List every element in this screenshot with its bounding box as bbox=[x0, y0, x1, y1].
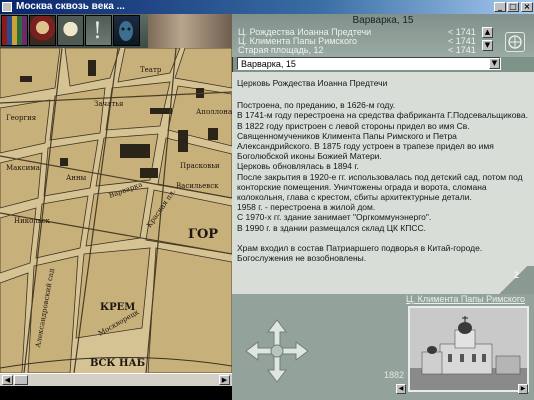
paragraph: С 1970-х гг. здание занимает "Оргкоммунэ… bbox=[237, 212, 432, 223]
decor-ornament bbox=[148, 14, 232, 48]
description-text: Церковь Рождества Иоанна Предтечи Постро… bbox=[237, 78, 529, 263]
help-icon[interactable]: ! bbox=[85, 15, 112, 46]
close-button[interactable]: × bbox=[521, 2, 533, 12]
maximize-button[interactable]: □ bbox=[507, 2, 519, 12]
map-label: Анны bbox=[66, 174, 87, 182]
map-label: Васильевск bbox=[176, 182, 219, 190]
paragraph: 1958 г. - перестроена в жилой дом. bbox=[237, 202, 376, 213]
location-title: Варварка, 15 bbox=[352, 15, 414, 26]
location-select-value: Варварка, 15 bbox=[241, 59, 296, 69]
list-scroll-down-icon[interactable]: ▼ bbox=[482, 40, 493, 51]
city-map[interactable]: Театр Георгия Максима Прасковьи Зачатья … bbox=[0, 48, 233, 373]
paragraph: В 1741-м году перестроена на средства фа… bbox=[237, 110, 528, 121]
paragraph: В 1990 г. в здании размещался склад ЦК К… bbox=[237, 222, 427, 233]
list-date: < 1741 bbox=[448, 45, 476, 55]
map-label: ВСК НАБ bbox=[90, 358, 145, 369]
rose-icon[interactable] bbox=[57, 15, 84, 46]
title-bar: Москва сквозь века ... _ □ × bbox=[0, 0, 534, 14]
map-label: Аполлона bbox=[196, 108, 232, 116]
map-label: Театр bbox=[140, 66, 162, 74]
paragraph: В 1822 году пристроен с левой стороны пр… bbox=[237, 120, 494, 162]
books-icon[interactable] bbox=[1, 15, 28, 46]
location-select[interactable]: Варварка, 15 ▼ bbox=[237, 57, 501, 70]
paragraph: Храм входил в состав Патриаршего подворь… bbox=[237, 242, 483, 264]
svg-text:!: ! bbox=[93, 19, 102, 44]
map-label: Максима bbox=[6, 164, 40, 172]
navigation-compass-icon[interactable] bbox=[244, 318, 310, 384]
church-title: Церковь Рождества Иоанна Предтечи bbox=[237, 78, 388, 88]
paragraph: После закрытия в 1920-е гг. использовала… bbox=[237, 171, 523, 203]
scroll-thumb[interactable] bbox=[14, 375, 28, 385]
map-label: Георгия bbox=[6, 114, 37, 122]
paragraph: Построена, по преданию, в 1626-м году. bbox=[237, 100, 396, 111]
scroll-right-icon[interactable]: ▶ bbox=[219, 375, 230, 385]
photo-next-icon[interactable]: ▶ bbox=[518, 384, 528, 394]
photo-year: 1882 bbox=[384, 370, 405, 380]
map-label: Никольск bbox=[14, 217, 51, 225]
map-label: Прасковьи bbox=[180, 162, 220, 170]
chevron-down-icon[interactable]: ▼ bbox=[489, 58, 500, 69]
map-label: Зачатья bbox=[94, 100, 124, 108]
app-icon bbox=[2, 2, 12, 12]
map-horizontal-scrollbar[interactable]: ◀ ▶ bbox=[0, 373, 232, 386]
window-title: Москва сквозь века ... bbox=[16, 1, 125, 12]
church-photo[interactable] bbox=[408, 306, 529, 392]
portrait-icon[interactable] bbox=[29, 15, 56, 46]
status-strip bbox=[0, 386, 232, 400]
photo-title[interactable]: Ц. Климента Папы Римского bbox=[232, 294, 534, 304]
list-item[interactable]: Старая площадь, 12 bbox=[238, 45, 324, 55]
globe-icon[interactable] bbox=[505, 32, 525, 52]
paragraph: Церковь обновлялась в 1894 г. bbox=[237, 161, 359, 172]
map-label: ГОР bbox=[188, 227, 218, 242]
mask-icon[interactable] bbox=[113, 15, 140, 46]
scroll-left-icon[interactable]: ◀ bbox=[2, 375, 13, 385]
page-number: 2 bbox=[514, 270, 520, 280]
page-curl-button[interactable] bbox=[492, 266, 534, 294]
photo-prev-icon[interactable]: ◀ bbox=[396, 384, 406, 394]
minimize-button[interactable]: _ bbox=[494, 2, 506, 12]
list-scroll-up-icon[interactable]: ▲ bbox=[482, 27, 493, 38]
